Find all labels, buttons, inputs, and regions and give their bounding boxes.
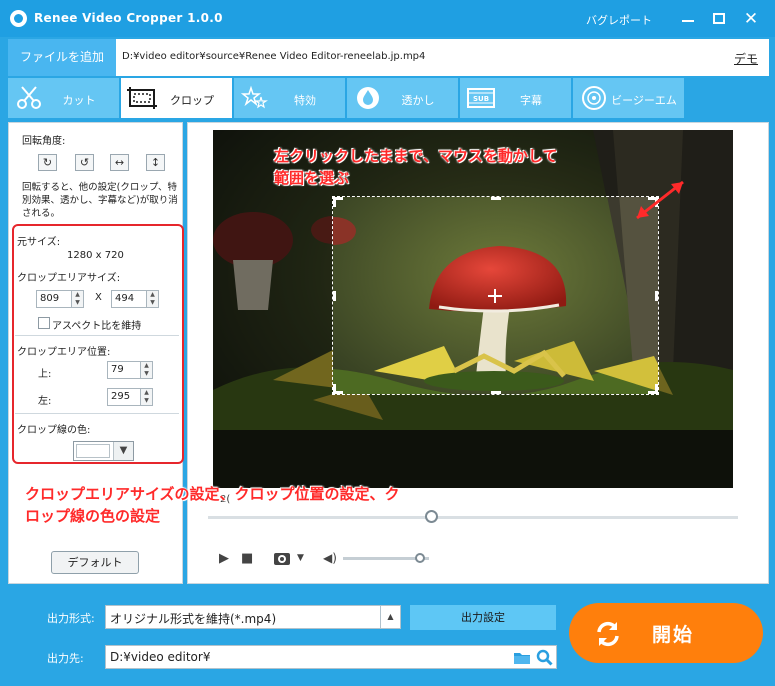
crop-handle[interactable] [491, 391, 501, 394]
chevron-up-icon[interactable]: ▲ [380, 606, 400, 628]
tab-effects-label: 特効 [294, 94, 316, 107]
annotation-settings-hint: クロップエリアサイズの設定、クロップ位置の設定、クロップ線の色の設定 [25, 485, 400, 525]
output-destination-value: D:¥video editor¥ [110, 650, 211, 664]
chevron-down-icon[interactable]: ▼ [297, 553, 304, 563]
rotate-right-button[interactable]: ↻ [38, 154, 57, 171]
camera-icon[interactable] [274, 553, 290, 565]
tab-bar: カット クロップ 特効 透かし SUB 字幕 ビージーエム [8, 78, 769, 118]
svg-text:SUB: SUB [473, 95, 489, 103]
file-path: D:¥video editor¥source¥Renee Video Edito… [122, 51, 426, 62]
rotate-left-button[interactable]: ↺ [75, 154, 94, 171]
resize-arrow-icon [636, 180, 684, 220]
output-format-value: オリジナル形式を維持(*.mp4) [110, 612, 277, 626]
tab-crop[interactable]: クロップ [121, 78, 232, 118]
app-logo-icon [10, 10, 27, 27]
output-settings-button[interactable]: 出力設定 [410, 605, 556, 630]
minimize-icon[interactable] [676, 7, 700, 31]
destination-label: 出力先: [47, 652, 84, 665]
play-icon[interactable]: ▶ [219, 551, 229, 566]
annotation-drag-hint: 左クリックしたままで、マウスを動かして 範囲を選ぶ [274, 145, 558, 189]
crosshair-icon [494, 289, 496, 303]
crop-handle[interactable] [333, 291, 336, 301]
output-format-select[interactable]: オリジナル形式を維持(*.mp4) ▲ [105, 605, 401, 629]
demo-link[interactable]: デモ [734, 50, 758, 67]
rotation-note: 回転すると、他の設定(クロップ、特別効果、透かし、字幕など)が取り消される。 [22, 182, 178, 219]
bug-report-link[interactable]: バグレポート [586, 12, 652, 28]
crop-handle[interactable] [333, 384, 336, 394]
add-file-button[interactable]: ファイルを追加 [8, 39, 116, 76]
tab-bgm[interactable]: ビージーエム [573, 78, 684, 118]
start-button[interactable]: 開始 [569, 603, 763, 663]
tab-subtitle-label: 字幕 [520, 94, 542, 107]
crop-handle[interactable] [655, 291, 658, 301]
stop-icon[interactable]: ■ [241, 551, 253, 566]
crop-handle[interactable] [491, 197, 501, 200]
tab-effects[interactable]: 特効 [234, 78, 345, 118]
tab-subtitle[interactable]: SUB 字幕 [460, 78, 571, 118]
annotation-highlight-box [12, 224, 184, 464]
subtitle-icon: SUB [467, 88, 495, 108]
search-icon[interactable] [536, 649, 553, 666]
annotation-drag-hint-line1: 左クリックしたままで、マウスを動かして [274, 147, 558, 165]
flip-horizontal-icon: ↔ [114, 156, 125, 169]
crop-handle[interactable] [655, 384, 658, 394]
crop-selection-box[interactable] [332, 196, 659, 395]
close-icon[interactable]: ✕ [739, 7, 763, 31]
volume-slider-handle[interactable] [415, 553, 426, 563]
music-icon [582, 86, 606, 110]
file-row: ファイルを追加 D:¥video editor¥source¥Renee Vid… [8, 39, 769, 76]
start-label: 開始 [652, 624, 695, 646]
title-bar: Renee Video Cropper 1.0.0 バグレポート ✕ [0, 0, 775, 37]
crop-handle[interactable] [333, 197, 336, 207]
refresh-icon [597, 621, 619, 647]
tab-bgm-label: ビージーエム [611, 94, 677, 107]
flip-horizontal-button[interactable]: ↔ [110, 154, 129, 171]
annotation-drag-hint-line2: 範囲を選ぶ [274, 169, 350, 187]
tab-cut[interactable]: カット [8, 78, 119, 118]
scissors-icon [17, 86, 41, 109]
rotation-label: 回転角度: [22, 136, 66, 147]
droplet-icon [357, 87, 379, 109]
output-destination-input[interactable]: D:¥video editor¥ [105, 645, 557, 669]
tab-watermark-label: 透かし [401, 94, 435, 107]
flip-vertical-button[interactable]: ↕ [146, 154, 165, 171]
maximize-icon[interactable] [707, 7, 731, 31]
stars-icon [240, 85, 268, 109]
app-title: Renee Video Cropper 1.0.0 [34, 11, 223, 25]
folder-icon[interactable] [513, 650, 531, 665]
rotate-ccw-icon: ↺ [79, 156, 90, 169]
rotate-cw-icon: ↻ [42, 156, 53, 169]
flip-vertical-icon: ↕ [150, 156, 161, 169]
tab-crop-label: クロップ [170, 94, 214, 107]
progress-slider-handle[interactable] [424, 510, 438, 523]
volume-icon[interactable]: ◀) [323, 551, 337, 565]
crop-icon [127, 87, 157, 109]
default-button[interactable]: デフォルト [51, 551, 139, 574]
tab-watermark[interactable]: 透かし [347, 78, 458, 118]
tab-cut-label: カット [62, 94, 96, 107]
format-label: 出力形式: [47, 612, 95, 625]
